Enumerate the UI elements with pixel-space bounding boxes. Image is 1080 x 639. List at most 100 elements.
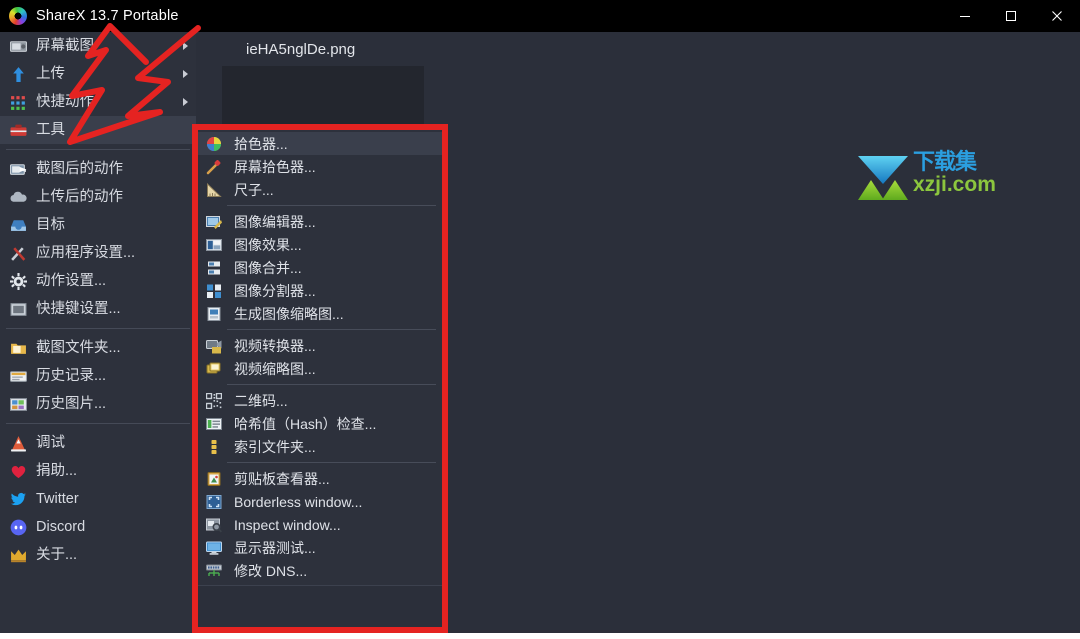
context-menu-item-1-3[interactable]: 图像分割器... bbox=[197, 279, 442, 302]
thumbnail-preview[interactable] bbox=[222, 66, 424, 126]
sidebar-item-0-2[interactable]: 快捷动作 bbox=[0, 88, 196, 116]
context-menu-item-2-0[interactable]: 视频转换器... bbox=[197, 334, 442, 357]
sidebar-item-label: 动作设置... bbox=[36, 272, 107, 289]
sidebar-item-3-1[interactable]: 捐助... bbox=[0, 457, 196, 485]
context-menu-item-1-0[interactable]: 图像编辑器... bbox=[197, 210, 442, 233]
context-menu-item-label: 图像效果... bbox=[234, 236, 302, 253]
after-capture-icon bbox=[10, 161, 27, 178]
context-menu-item-label: 拾色器... bbox=[234, 135, 288, 152]
sidebar-item-label: 上传后的动作 bbox=[36, 188, 123, 205]
context-menu-item-4-4[interactable]: 修改 DNS... bbox=[197, 559, 442, 582]
sidebar-item-label: 屏幕截图 bbox=[36, 37, 94, 54]
context-menu-item-3-0[interactable]: 二维码... bbox=[197, 389, 442, 412]
context-menu-separator bbox=[227, 205, 436, 206]
context-menu-item-4-0[interactable]: 剪贴板查看器... bbox=[197, 467, 442, 490]
context-menu-item-1-2[interactable]: 图像合并... bbox=[197, 256, 442, 279]
sidebar-item-label: Discord bbox=[36, 518, 86, 535]
sidebar-item-label: 应用程序设置... bbox=[36, 244, 136, 261]
image-history-icon bbox=[10, 396, 27, 413]
image-combiner-icon bbox=[206, 260, 222, 276]
sidebar-item-3-0[interactable]: 调试 bbox=[0, 429, 196, 457]
watermark-logo-icon bbox=[858, 156, 908, 200]
context-menu-item-label: 屏幕拾色器... bbox=[234, 158, 316, 175]
image-effects-icon bbox=[206, 237, 222, 253]
context-menu-item-label: 哈希值（Hash）检查... bbox=[234, 415, 377, 432]
keyboard-icon bbox=[10, 301, 27, 318]
sidebar-item-label: 快捷键设置... bbox=[36, 300, 121, 317]
context-menu-item-label: 修改 DNS... bbox=[234, 562, 308, 579]
sidebar-item-2-0[interactable]: 截图文件夹... bbox=[0, 334, 196, 362]
sidebar-item-0-1[interactable]: 上传 bbox=[0, 60, 196, 88]
sidebar-item-3-4[interactable]: 关于... bbox=[0, 541, 196, 569]
sidebar-item-0-3[interactable]: 工具 bbox=[0, 116, 196, 144]
sidebar-item-label: 快捷动作 bbox=[36, 93, 94, 110]
sidebar-separator bbox=[6, 423, 190, 424]
folder-icon bbox=[10, 340, 27, 357]
context-menu-item-1-4[interactable]: 生成图像缩略图... bbox=[197, 302, 442, 325]
history-list-icon bbox=[10, 368, 27, 385]
inspect-window-icon bbox=[206, 517, 223, 533]
close-button[interactable] bbox=[1034, 0, 1080, 32]
context-menu-item-4-3[interactable]: 显示器测试... bbox=[197, 536, 442, 559]
gear-icon bbox=[10, 272, 27, 290]
sidebar-item-2-1[interactable]: 历史记录... bbox=[0, 362, 196, 390]
context-menu-item-4-2[interactable]: Inspect window... bbox=[197, 513, 442, 536]
context-menu-item-label: 尺子... bbox=[234, 181, 274, 198]
sidebar-item-3-2[interactable]: Twitter bbox=[0, 485, 196, 513]
context-menu-item-label: 图像合并... bbox=[234, 259, 302, 276]
sidebar-item-3-3[interactable]: Discord bbox=[0, 513, 196, 541]
sidebar-item-2-2[interactable]: 历史图片... bbox=[0, 390, 196, 418]
sidebar-item-1-5[interactable]: 快捷键设置... bbox=[0, 295, 196, 323]
captured-file-name: ieHA5nglDe.png bbox=[246, 41, 356, 58]
context-menu-item-0-1[interactable]: 屏幕拾色器... bbox=[197, 155, 442, 178]
sidebar-item-label: 截图后的动作 bbox=[36, 160, 123, 177]
sidebar-item-1-1[interactable]: 上传后的动作 bbox=[0, 183, 196, 211]
monitor-test-icon bbox=[206, 540, 222, 556]
sidebar-item-label: 关于... bbox=[36, 546, 78, 563]
context-menu-separator bbox=[227, 462, 436, 463]
image-splitter-icon bbox=[206, 283, 222, 299]
clipboard-viewer-icon bbox=[206, 471, 222, 487]
context-menu-item-label: 视频缩略图... bbox=[234, 360, 316, 377]
hash-check-icon bbox=[206, 416, 222, 432]
context-menu-bottom-padding bbox=[197, 582, 442, 585]
minimize-button[interactable] bbox=[942, 0, 988, 32]
context-menu-item-label: 生成图像缩略图... bbox=[234, 305, 344, 322]
sharex-main-window: ShareX 13.7 Portable ieHA5nglDe.png 下载集 … bbox=[0, 0, 1080, 633]
debug-cone-icon bbox=[10, 435, 27, 452]
sidebar-item-label: 历史图片... bbox=[36, 395, 107, 412]
tools-context-menu: 拾色器... 屏幕拾色器... 尺子... 图像编辑器... 图像效果... 图像合并..… bbox=[197, 129, 442, 585]
borderless-window-icon bbox=[206, 494, 222, 510]
sidebar-item-0-0[interactable]: 屏幕截图 bbox=[0, 32, 196, 60]
toolbox-icon bbox=[10, 122, 27, 139]
context-menu-item-4-1[interactable]: Borderless window... bbox=[197, 490, 442, 513]
context-menu-item-2-1[interactable]: 视频缩略图... bbox=[197, 357, 442, 380]
sidebar-item-1-4[interactable]: 动作设置... bbox=[0, 267, 196, 295]
window-controls bbox=[942, 0, 1080, 32]
chevron-right-icon bbox=[183, 42, 188, 50]
sidebar-item-1-0[interactable]: 截图后的动作 bbox=[0, 155, 196, 183]
sidebar-item-label: 捐助... bbox=[36, 462, 78, 479]
context-menu-item-0-2[interactable]: 尺子... bbox=[197, 178, 442, 201]
qr-code-icon bbox=[205, 392, 223, 409]
context-menu-item-label: Borderless window... bbox=[234, 493, 363, 510]
watermark-text-cn: 下载集 bbox=[913, 149, 977, 174]
context-menu-item-3-1[interactable]: 哈希值（Hash）检查... bbox=[197, 412, 442, 435]
context-menu-item-3-2[interactable]: 索引文件夹... bbox=[197, 435, 442, 458]
context-menu-separator bbox=[227, 329, 436, 330]
eyedropper-icon bbox=[206, 159, 222, 175]
chevron-right-icon bbox=[183, 70, 188, 78]
maximize-button[interactable] bbox=[988, 0, 1034, 32]
sidebar-item-1-3[interactable]: 应用程序设置... bbox=[0, 239, 196, 267]
heart-icon bbox=[10, 463, 27, 480]
context-menu-item-0-0[interactable]: 拾色器... bbox=[197, 132, 442, 155]
title-bar: ShareX 13.7 Portable bbox=[0, 0, 1080, 32]
crown-icon bbox=[10, 547, 27, 564]
sidebar-item-label: 历史记录... bbox=[36, 367, 107, 384]
sidebar-separator bbox=[6, 149, 190, 150]
sidebar-item-1-2[interactable]: 目标 bbox=[0, 211, 196, 239]
sidebar-item-label: 调试 bbox=[36, 434, 65, 451]
color-wheel-icon bbox=[206, 136, 222, 152]
context-menu-item-1-1[interactable]: 图像效果... bbox=[197, 233, 442, 256]
main-menu-sidebar: 屏幕截图上传快捷动作工具截图后的动作 上传后的动作目标应用程序设置... 动作设置.… bbox=[0, 32, 196, 633]
